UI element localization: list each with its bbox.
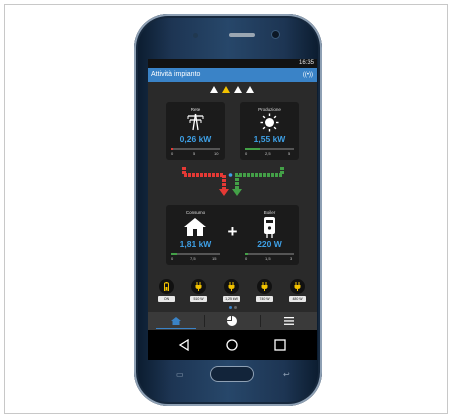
card-label: Rete	[190, 107, 201, 112]
tick-label: 5	[288, 151, 291, 156]
front-camera	[272, 31, 279, 38]
card-value: 1,81 kW	[179, 239, 212, 249]
plug-icon	[261, 282, 268, 291]
warning-icon[interactable]	[234, 86, 242, 93]
solar-flow-arrowhead	[232, 189, 242, 196]
device-plug[interactable]	[257, 279, 272, 294]
device-plug[interactable]	[290, 279, 305, 294]
device-label: 480 W	[289, 296, 306, 302]
card-value: 0,26 kW	[179, 134, 212, 144]
boiler-icon	[264, 217, 275, 238]
alert-row	[148, 85, 317, 95]
power-bar	[245, 253, 294, 255]
hardware-home-button[interactable]	[210, 366, 254, 382]
hardware-recents-icon[interactable]: ▭	[176, 370, 184, 379]
device-plug[interactable]	[224, 279, 239, 294]
tick-label: 5	[193, 151, 196, 156]
page-indicator-dot-active[interactable]	[229, 306, 232, 309]
phone-screen: 16:35 Attività impianto ((•)) Rete 0,26 …	[148, 59, 317, 360]
device-plug[interactable]	[191, 279, 206, 294]
tab-home[interactable]	[148, 312, 204, 330]
proximity-sensor	[193, 33, 198, 38]
warning-icon[interactable]	[222, 86, 230, 93]
power-bar	[171, 148, 220, 150]
tick-label: 15	[212, 256, 217, 261]
warning-icon[interactable]	[246, 86, 254, 93]
back-icon[interactable]	[178, 339, 190, 351]
card-label: Boiler	[263, 210, 276, 215]
plug-icon	[228, 282, 235, 291]
power-bar-fill	[171, 148, 174, 150]
status-bar: 16:35	[148, 59, 317, 68]
plug-icon	[294, 282, 301, 291]
grid-flow-arrow	[182, 167, 226, 189]
device-battery[interactable]	[159, 279, 174, 294]
tick-label: 0	[171, 256, 174, 261]
app-title: Attività impianto	[151, 71, 201, 78]
plug-icon	[195, 282, 202, 291]
hardware-back-icon[interactable]: ↩	[283, 370, 290, 379]
tick-label: 7,5	[190, 256, 196, 261]
solar-flow-arrow	[235, 167, 284, 189]
home-circle-icon[interactable]	[226, 339, 238, 351]
tick-label: 2,5	[265, 151, 271, 156]
broadcast-icon[interactable]: ((•))	[303, 68, 313, 82]
page-indicator-dot[interactable]	[234, 306, 237, 309]
tick-label: 3	[290, 256, 293, 261]
tick-label: 0	[171, 151, 174, 156]
tick-label: 1,5	[265, 256, 271, 261]
power-bar-fill	[245, 148, 261, 150]
recents-icon[interactable]	[274, 339, 286, 351]
card-consumo-boiler[interactable]: Consumo 1,81 kW 0 7,5 15 + Boiler 220 W …	[166, 205, 299, 265]
flow-junction-dot	[228, 173, 233, 177]
tab-menu[interactable]	[261, 312, 317, 330]
earpiece-speaker	[229, 33, 255, 37]
pie-chart-icon	[227, 316, 237, 326]
tick-label: 0	[245, 256, 248, 261]
card-produzione[interactable]: Produzione 1,55 kW 0 2,5 5	[240, 102, 299, 160]
house-icon	[184, 218, 206, 236]
home-icon	[171, 317, 181, 325]
card-value: 220 W	[257, 239, 282, 249]
power-pylon-icon	[187, 113, 204, 131]
grid-flow-arrowhead	[219, 189, 229, 196]
device-label: 510 W	[190, 296, 207, 302]
card-value: 1,55 kW	[253, 134, 286, 144]
tab-statistics[interactable]	[205, 312, 260, 330]
power-bar	[245, 148, 294, 150]
card-rete[interactable]: Rete 0,26 kW 0 5 10	[166, 102, 225, 160]
card-label: Consumo	[185, 210, 206, 215]
device-label: 1,25 kW	[223, 296, 240, 302]
tick-label: 0	[245, 151, 248, 156]
card-label: Produzione	[258, 107, 281, 112]
warning-icon[interactable]	[210, 86, 218, 93]
tab-active-indicator	[156, 327, 196, 329]
tab-bar	[148, 312, 317, 330]
device-label: 740 W	[256, 296, 273, 302]
plus-sign: +	[227, 222, 238, 241]
power-bar-fill	[245, 253, 249, 255]
battery-icon	[164, 282, 169, 291]
power-bar	[171, 253, 220, 255]
power-bar-fill	[171, 253, 177, 255]
sun-icon	[260, 113, 279, 132]
status-time: 16:35	[298, 60, 314, 66]
tick-label: 10	[214, 151, 219, 156]
menu-icon	[284, 317, 294, 325]
energy-flow-diagram	[182, 167, 284, 196]
app-bar: Attività impianto ((•))	[148, 68, 317, 82]
device-label: ON	[158, 296, 175, 302]
android-nav-bar	[148, 330, 317, 360]
